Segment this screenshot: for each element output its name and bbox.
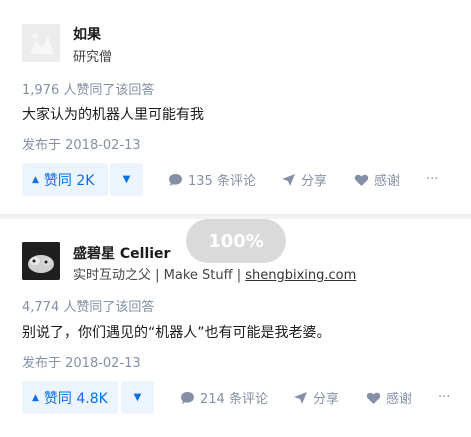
- share-label: 分享: [301, 174, 328, 189]
- comment-bubble-icon: [169, 173, 182, 186]
- vote-count-text: 4,774 人赞同了该回答: [22, 300, 155, 315]
- share-label: 分享: [313, 392, 340, 407]
- action-bar: ▲ 赞同 2K ▼ 135 条评论 分享 感谢 ···: [0, 163, 471, 199]
- triangle-down-icon: ▼: [122, 174, 131, 185]
- answer-content[interactable]: 别说了，你们遇见的“机器人”也有可能是我老婆。: [22, 322, 331, 342]
- action-bar: ▲ 赞同 4.8K ▼ 214 条评论 分享 感谢 ···: [0, 381, 471, 417]
- downvote-button[interactable]: ▼: [110, 163, 143, 196]
- answer-feed: 如果 研究僧 1,976 人赞同了该回答 大家认为的机器人里可能有我 发布于 2…: [0, 0, 471, 437]
- avatar-image: [22, 242, 60, 280]
- author-website-link[interactable]: shengbixing.com: [245, 268, 356, 283]
- more-dots-icon: ···: [438, 390, 451, 405]
- heart-icon: [366, 392, 381, 404]
- upvote-label: 赞同 4.8K: [43, 390, 108, 407]
- avatar[interactable]: [22, 24, 60, 62]
- triangle-up-icon: ▲: [32, 392, 39, 403]
- thanks-button[interactable]: 感谢: [354, 163, 400, 196]
- author-headline-text: 实时互动之父 | Make Stuff |: [73, 268, 246, 283]
- heart-icon: [354, 174, 369, 186]
- avatar-image: [22, 24, 60, 62]
- more-button[interactable]: ···: [438, 381, 450, 414]
- answer-content[interactable]: 大家认为的机器人里可能有我: [22, 104, 204, 124]
- thanks-button[interactable]: 感谢: [366, 381, 412, 414]
- triangle-down-icon: ▼: [133, 392, 142, 403]
- share-button[interactable]: 分享: [281, 163, 327, 196]
- triangle-up-icon: ▲: [32, 174, 39, 185]
- upvote-button[interactable]: ▲ 赞同 4.8K: [22, 381, 118, 414]
- more-button[interactable]: ···: [426, 163, 438, 196]
- publish-date[interactable]: 发布于 2018-02-13: [22, 352, 141, 371]
- author-name[interactable]: 盛碧星 Cellier: [73, 243, 170, 263]
- vote-count-text: 1,976 人赞同了该回答: [22, 83, 155, 98]
- paper-plane-icon: [294, 391, 307, 404]
- avatar[interactable]: [22, 242, 60, 280]
- author-headline: 实时互动之父 | Make Stuff | shengbixing.com: [73, 264, 356, 283]
- publish-date[interactable]: 发布于 2018-02-13: [22, 134, 141, 153]
- zoom-level-overlay: 100%: [186, 219, 286, 263]
- comment-button[interactable]: 214 条评论: [180, 381, 268, 414]
- answer-item: 如果 研究僧 1,976 人赞同了该回答 大家认为的机器人里可能有我 发布于 2…: [0, 0, 471, 218]
- author-headline: 研究僧: [73, 50, 113, 65]
- thanks-label: 感谢: [374, 174, 401, 189]
- paper-plane-icon: [282, 173, 295, 186]
- more-dots-icon: ···: [426, 172, 439, 187]
- comment-bubble-icon: [181, 391, 194, 404]
- upvote-button[interactable]: ▲ 赞同 2K: [22, 163, 108, 196]
- comment-button[interactable]: 135 条评论: [168, 163, 256, 196]
- author-name[interactable]: 如果: [73, 24, 101, 44]
- downvote-button[interactable]: ▼: [121, 381, 154, 414]
- thanks-label: 感谢: [386, 392, 413, 407]
- comment-label: 135 条评论: [188, 174, 256, 189]
- share-button[interactable]: 分享: [293, 381, 339, 414]
- upvote-label: 赞同 2K: [43, 172, 95, 189]
- comment-label: 214 条评论: [200, 392, 268, 407]
